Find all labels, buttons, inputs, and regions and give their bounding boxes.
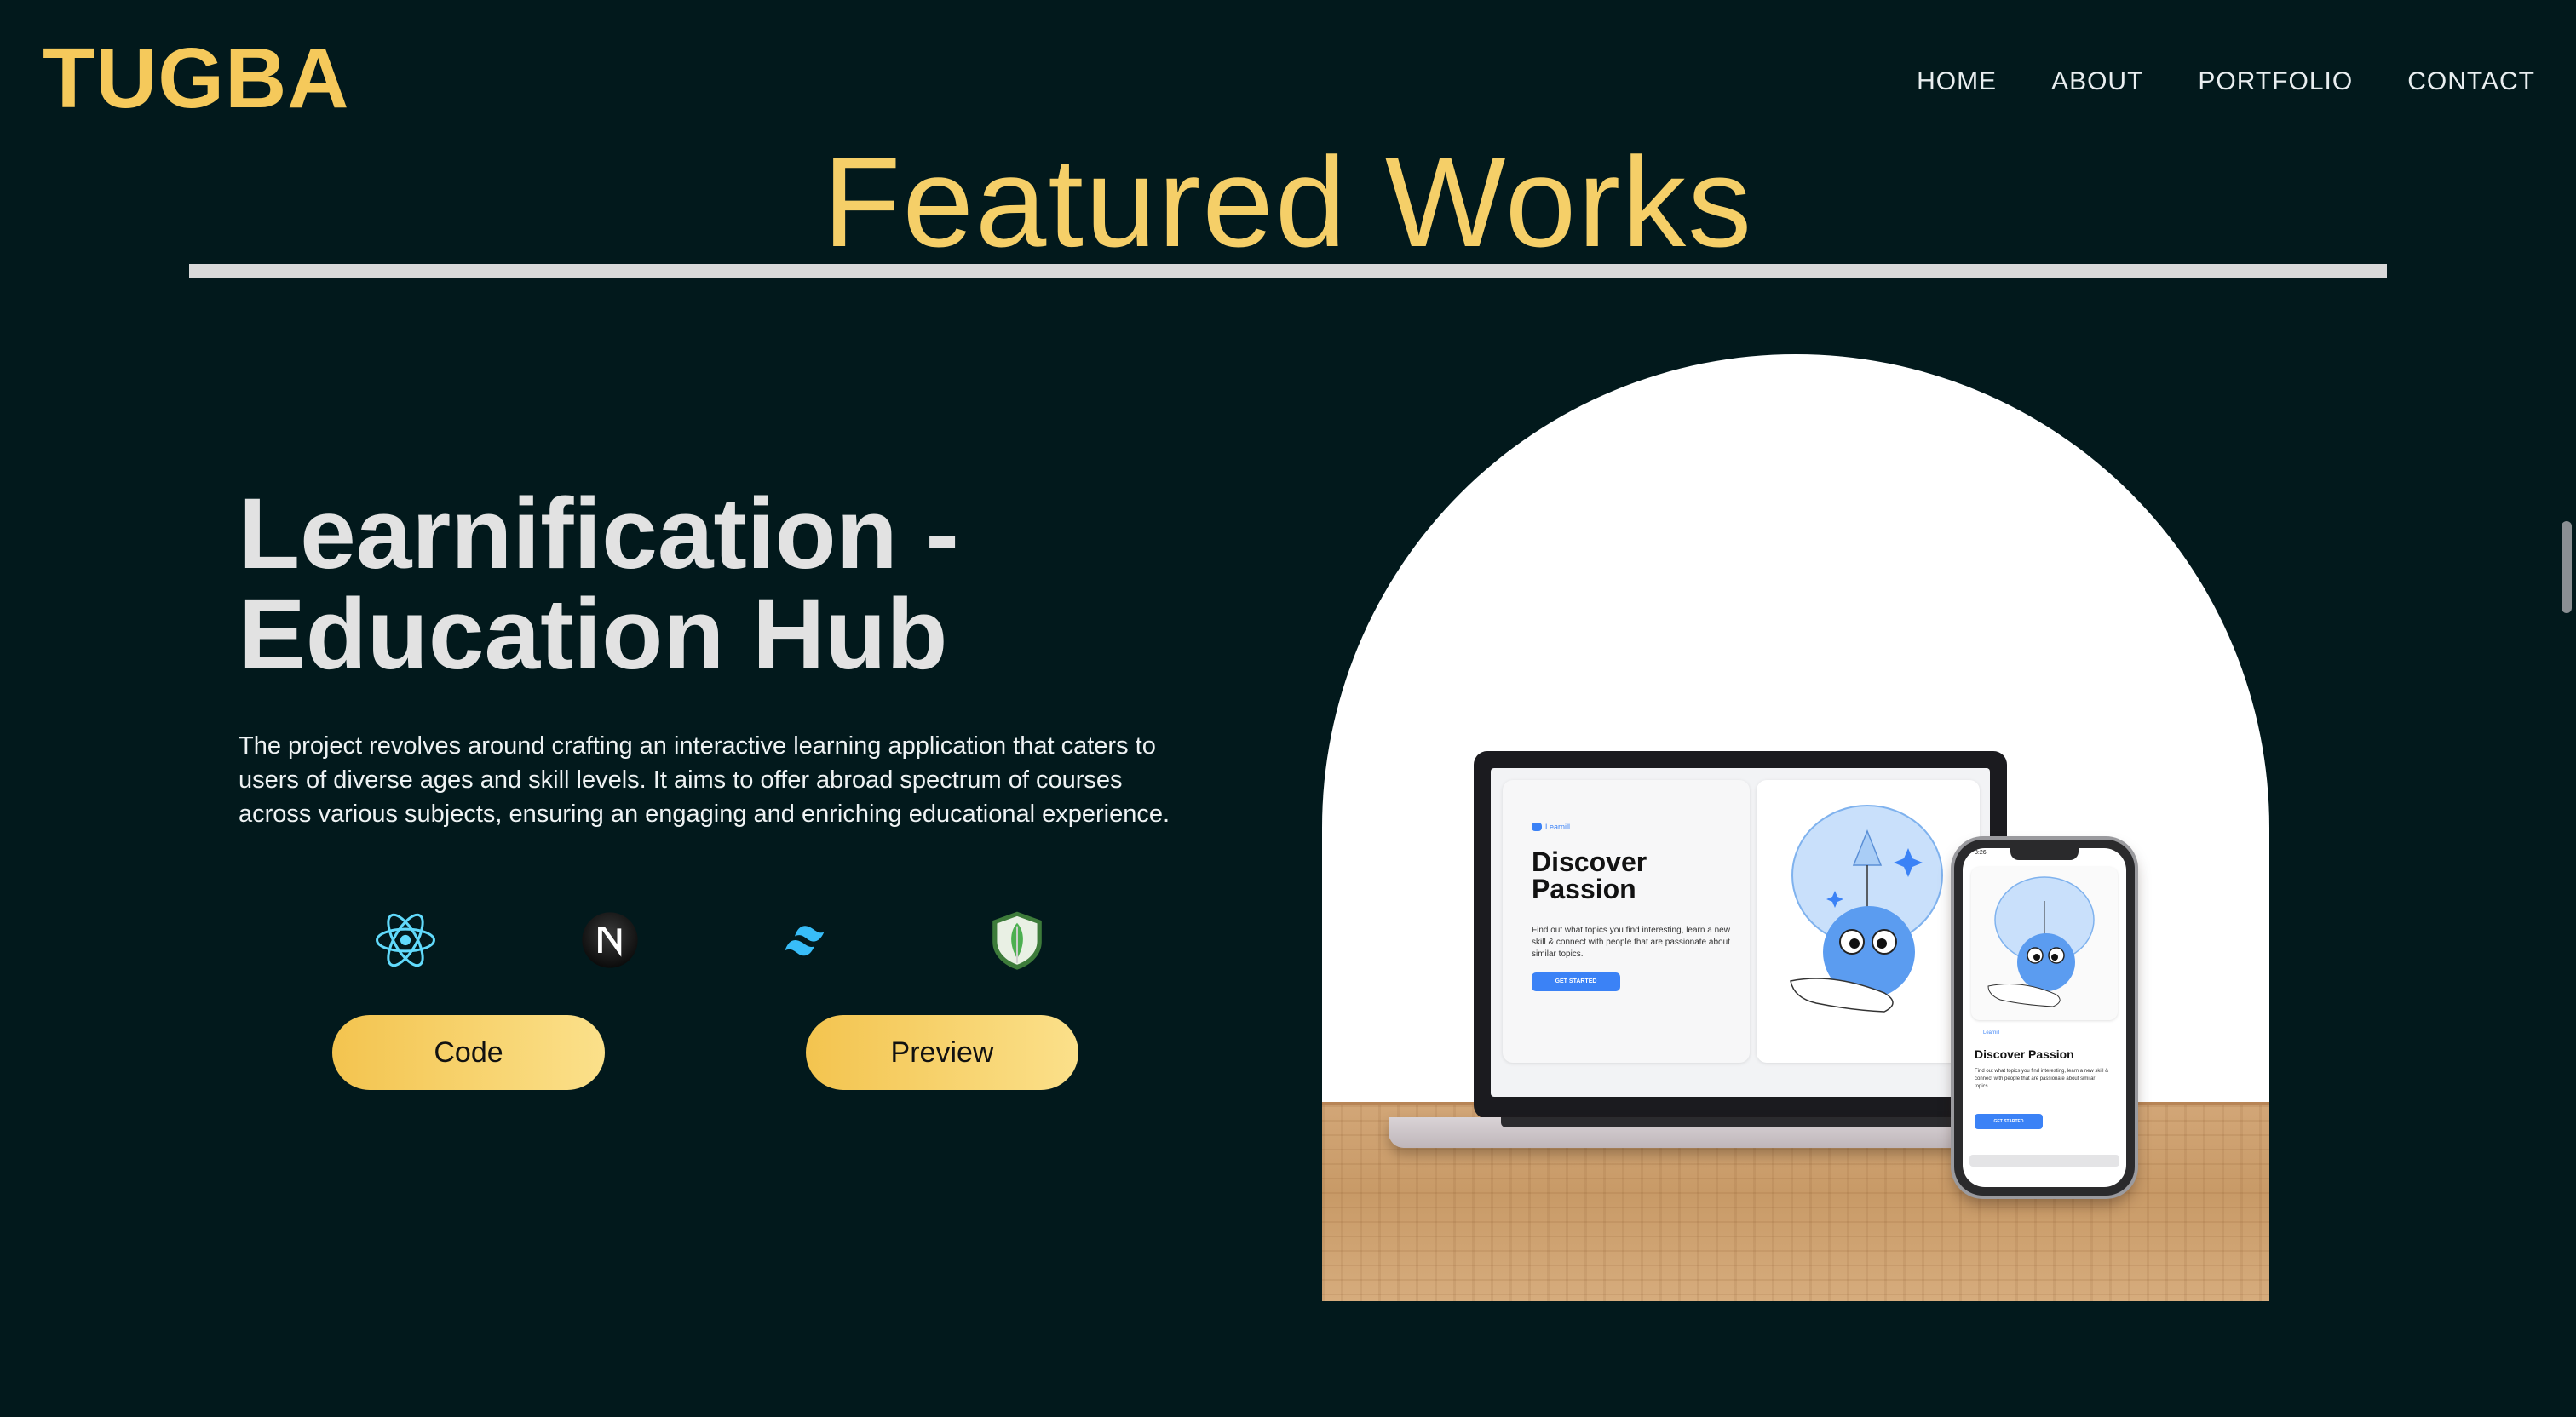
brand-logo-icon bbox=[1532, 823, 1542, 831]
laptop-display: Learnill Discover Passion Find out what … bbox=[1491, 768, 1990, 1097]
preview-button[interactable]: Preview bbox=[806, 1015, 1078, 1090]
phone-heading: Discover Passion bbox=[1975, 1047, 2074, 1061]
phone-cta: GET STARTED bbox=[1975, 1114, 2043, 1129]
page-scrollbar[interactable] bbox=[2557, 0, 2576, 1417]
nav-portfolio[interactable]: PORTFOLIO bbox=[2198, 66, 2353, 97]
laptop-brand: Learnill bbox=[1545, 823, 1571, 831]
phone-subtext: Find out what topics you find interestin… bbox=[1975, 1069, 2109, 1089]
laptop-heading: Discover Passion bbox=[1532, 846, 1647, 904]
mascot-illustration bbox=[1790, 805, 1943, 1013]
laptop-cta: GET STARTED bbox=[1532, 972, 1620, 991]
nav-contact[interactable]: CONTACT bbox=[2407, 66, 2535, 97]
project-showcase-image: Learnill Discover Passion Find out what … bbox=[1322, 354, 2269, 1301]
tech-stack bbox=[0, 908, 1278, 976]
phone-brand: Learnill bbox=[1983, 1030, 2000, 1036]
tailwind-icon bbox=[779, 908, 843, 972]
laptop-mockup: Learnill Discover Passion Find out what … bbox=[1474, 751, 2007, 1119]
laptop-keyboard bbox=[1501, 1117, 1983, 1127]
project-title-line1: Learnification - bbox=[239, 478, 959, 590]
laptop-illustration-card bbox=[1757, 780, 1980, 1063]
project-title-line2: Education Hub bbox=[239, 578, 948, 691]
portfolio-page: TUGBA HOME ABOUT PORTFOLIO CONTACT Featu… bbox=[0, 0, 2576, 1417]
phone-mockup: 3:26 Learnill Discover Passion Find out … bbox=[1954, 840, 2135, 1196]
code-button[interactable]: Code bbox=[332, 1015, 605, 1090]
phone-mascot-illustration bbox=[1987, 876, 2095, 1007]
site-logo[interactable]: TUGBA bbox=[43, 36, 350, 121]
project-title: Learnification - Education Hub bbox=[239, 484, 1261, 685]
nav-about[interactable]: ABOUT bbox=[2051, 66, 2143, 97]
phone-notch bbox=[2010, 848, 2079, 860]
nextjs-icon bbox=[578, 908, 642, 972]
react-icon bbox=[373, 908, 438, 972]
phone-display: 3:26 Learnill Discover Passion Find out … bbox=[1963, 848, 2126, 1187]
section-title: Featured Works bbox=[822, 130, 1754, 273]
mongodb-icon bbox=[985, 908, 1049, 972]
project-description: The project revolves around crafting an … bbox=[239, 732, 1170, 828]
nav-home[interactable]: HOME bbox=[1917, 66, 1997, 97]
section-divider bbox=[189, 264, 2387, 278]
phone-time: 3:26 bbox=[1975, 850, 1987, 856]
laptop-hero-card: Learnill Discover Passion Find out what … bbox=[1503, 780, 1750, 1063]
main-nav: HOME ABOUT PORTFOLIO CONTACT bbox=[1917, 66, 2535, 97]
scrollbar-thumb[interactable] bbox=[2562, 521, 2572, 613]
laptop-subtext: Find out what topics you find interestin… bbox=[1532, 926, 1730, 959]
phone-browser-bar bbox=[1969, 1155, 2119, 1167]
phone-illustration-card bbox=[1971, 867, 2118, 1020]
